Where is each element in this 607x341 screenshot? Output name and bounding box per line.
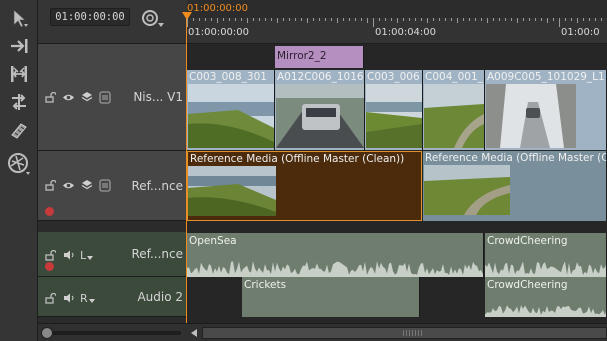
zoom-slider[interactable] [44,331,181,335]
audio-clip[interactable]: Crickets [242,277,420,317]
clip-thumbnail [366,84,422,148]
slip-tool-icon[interactable] [5,62,33,86]
speaker-icon[interactable] [62,292,75,304]
clip-thumbnail [424,84,484,148]
reference-clip-selected[interactable]: Reference Media (Offline Master (Clean)) [187,151,422,221]
timecode-bar: 01:00:00:00 [38,0,187,44]
video-clip[interactable]: A012C006_1016 [275,70,365,150]
layers-icon[interactable] [80,91,93,103]
timeline-ruler[interactable]: 01:00:00:00 01:00:00:00 01:00:04:00 01:0… [182,0,607,44]
film-icon[interactable] [98,90,111,104]
scroll-grip[interactable] [403,330,423,336]
scroll-left-icon[interactable] [188,326,200,340]
playhead-line[interactable] [186,18,187,323]
playhead-timecode: 01:00:00:00 [187,3,249,14]
audio-waveform [485,261,606,277]
multi-tool-icon[interactable] [5,152,33,176]
eye-icon[interactable] [62,179,75,191]
clip-thumbnail [276,84,364,148]
eye-icon[interactable] [62,91,75,103]
track-name: Audio 2 [137,290,183,304]
track-header-reference[interactable]: Ref...nce [38,151,187,221]
clip-thumbnail [424,165,510,215]
clip-thumbnail [188,84,274,148]
ruler-label: 01:00:04:00 [375,27,437,38]
edit-toolbar [0,0,38,341]
playhead-strip[interactable] [187,0,607,18]
zoom-handle[interactable] [41,327,53,339]
record-icon[interactable] [45,207,54,216]
ruler-label: 01:00:00:00 [188,27,250,38]
audio-clip[interactable]: CrowdCheering [485,233,607,277]
audio-waveform [187,261,483,277]
track-header-audio-2[interactable]: R Audio 2 [38,277,187,317]
reference-clip[interactable]: Reference Media (Offline Master (C [423,151,607,221]
snap-icon[interactable] [140,8,166,28]
speaker-icon[interactable] [62,249,75,261]
timeline-scroll-bar [38,323,607,341]
video-clip[interactable]: C003_008_301 [187,70,275,150]
audio-waveform [485,305,606,317]
mirror-clip[interactable]: Mirror2_2 [275,46,364,68]
video-clip[interactable]: C003_006 [365,70,423,150]
lock-icon[interactable] [44,179,57,191]
track-select-forward-icon[interactable] [5,34,33,58]
lock-icon[interactable] [44,91,57,103]
clip-thumbnail [486,84,576,148]
chevron-down-icon[interactable] [88,295,95,307]
video-clip[interactable]: A009C005_101029_L1 [485,70,607,150]
select-tool-icon[interactable] [5,6,33,30]
track-header-v1[interactable]: Nis... V1 [38,44,187,151]
lock-icon[interactable] [44,292,57,304]
video-clip[interactable]: C004_001_ [423,70,485,150]
channel-selector[interactable]: R [80,292,88,305]
layers-icon[interactable] [80,179,93,191]
track-name: Nis... V1 [133,90,183,104]
timecode-display[interactable]: 01:00:00:00 [50,8,130,26]
horizontal-scrollbar[interactable] [202,327,607,339]
lock-icon[interactable] [44,249,57,261]
timeline-area[interactable]: Mirror2_2 C003_008_301 A012C006_1016 C00… [187,44,607,323]
audio-clip[interactable]: CrowdCheering [485,277,607,317]
slide-tool-icon[interactable] [5,90,33,114]
track-name: Ref...nce [131,179,183,193]
film-icon[interactable] [98,178,111,192]
razor-tool-icon[interactable] [5,118,33,142]
track-name: Ref...nce [131,247,183,261]
record-icon[interactable] [45,262,54,271]
chevron-down-icon[interactable] [87,252,94,264]
channel-selector[interactable]: L [80,249,86,262]
track-header-audio-1[interactable]: L Ref...nce [38,232,187,277]
ruler-label: 01:00:0 [561,27,600,38]
clip-thumbnail [188,166,276,216]
audio-clip[interactable]: OpenSea [187,233,484,277]
